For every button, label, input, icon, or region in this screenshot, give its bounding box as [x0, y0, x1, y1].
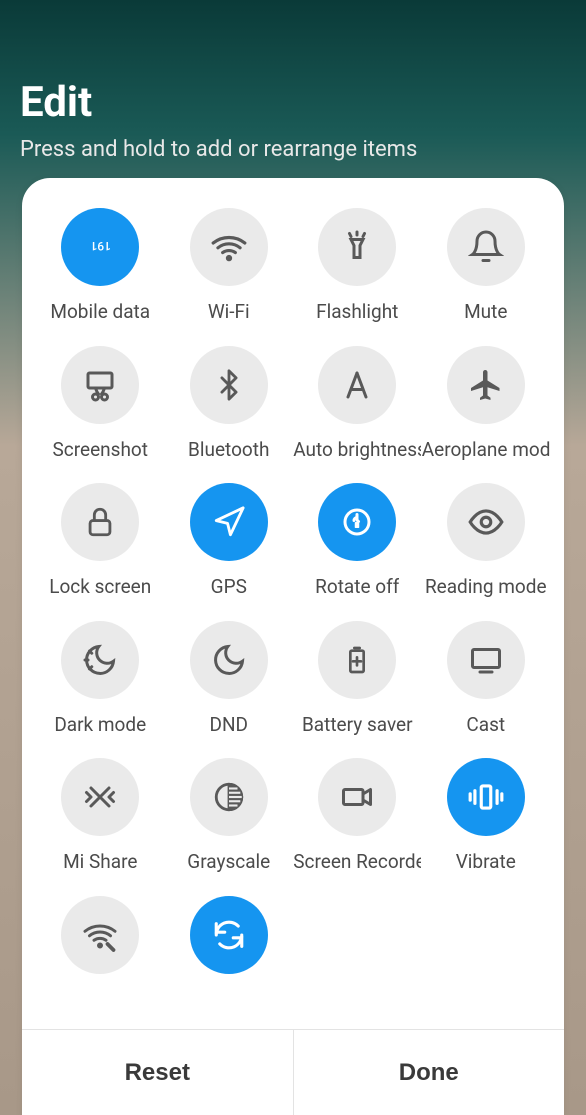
tile-bluetooth[interactable]: Bluetooth	[165, 346, 294, 464]
bluetooth-icon	[190, 346, 268, 424]
hotspot-icon	[61, 896, 139, 974]
reading-mode-icon	[447, 483, 525, 561]
tile-rotate-off[interactable]: Rotate off	[293, 483, 422, 601]
tile-label: Bluetooth	[188, 438, 269, 461]
tile-flashlight[interactable]: Flashlight	[293, 208, 422, 326]
tile-cast[interactable]: Cast	[422, 621, 551, 739]
tile-dark-mode[interactable]: Dark mode	[36, 621, 165, 739]
tiles-panel: 191 Mobile data Wi-Fi	[22, 178, 564, 1115]
tiles-grid: 191 Mobile data Wi-Fi	[22, 178, 564, 1029]
tile-label: Auto brightness	[293, 438, 421, 461]
tile-mobile-data[interactable]: 191 Mobile data	[36, 208, 165, 326]
sync-icon	[190, 896, 268, 974]
tile-reading-mode[interactable]: Reading mode	[422, 483, 551, 601]
tile-screen-recorder[interactable]: Screen Recorder	[293, 758, 422, 876]
tile-dnd[interactable]: DND	[165, 621, 294, 739]
tile-label: Dark mode	[54, 713, 146, 736]
tile-lock-screen[interactable]: Lock screen	[36, 483, 165, 601]
mobile-data-icon: 191	[61, 208, 139, 286]
tile-label: DND	[210, 713, 249, 736]
mute-icon	[447, 208, 525, 286]
tile-label: Grayscale	[187, 850, 270, 873]
tile-gps[interactable]: GPS	[165, 483, 294, 601]
tile-sync[interactable]: Sync	[165, 896, 294, 1014]
tile-label: Mi Share	[63, 850, 137, 873]
flashlight-icon	[318, 208, 396, 286]
wifi-icon	[190, 208, 268, 286]
tile-label: Reading mode	[425, 575, 547, 598]
tile-label: Aeroplane mode	[422, 438, 550, 461]
rotate-off-icon	[318, 483, 396, 561]
tile-label: Rotate off	[315, 575, 399, 598]
tile-hotspot[interactable]: Hotspot	[36, 896, 165, 1014]
tile-label: GPS	[211, 575, 247, 598]
tile-label: Lock screen	[49, 575, 151, 598]
grayscale-icon	[190, 758, 268, 836]
tile-label: Wi-Fi	[208, 300, 250, 323]
tile-label: Flashlight	[316, 300, 398, 323]
screenshot-icon	[61, 346, 139, 424]
tile-wifi[interactable]: Wi-Fi	[165, 208, 294, 326]
tile-auto-brightness[interactable]: Auto brightness	[293, 346, 422, 464]
page-subtitle: Press and hold to add or rearrange items	[20, 137, 566, 162]
cast-icon	[447, 621, 525, 699]
tile-label: Screenshot	[53, 438, 148, 461]
page-title: Edit	[20, 78, 566, 127]
tile-label: Screen Recorder	[293, 850, 421, 873]
tile-battery-saver[interactable]: Battery saver	[293, 621, 422, 739]
tile-vibrate[interactable]: Vibrate	[422, 758, 551, 876]
tile-screenshot[interactable]: Screenshot	[36, 346, 165, 464]
battery-saver-icon	[318, 621, 396, 699]
lock-icon	[61, 483, 139, 561]
reset-button[interactable]: Reset	[22, 1030, 293, 1115]
mi-share-icon	[61, 758, 139, 836]
auto-brightness-icon	[318, 346, 396, 424]
vibrate-icon	[447, 758, 525, 836]
screen-recorder-icon	[318, 758, 396, 836]
tile-mute[interactable]: Mute	[422, 208, 551, 326]
aeroplane-icon	[447, 346, 525, 424]
tile-label: Battery saver	[302, 713, 413, 736]
dark-mode-icon	[61, 621, 139, 699]
tile-label: Mobile data	[50, 300, 150, 323]
tile-label: Cast	[466, 713, 505, 736]
tile-label: Mute	[464, 300, 507, 323]
tile-aeroplane-mode[interactable]: Aeroplane mode	[422, 346, 551, 464]
footer: Reset Done	[22, 1029, 564, 1115]
tile-grayscale[interactable]: Grayscale	[165, 758, 294, 876]
dnd-icon	[190, 621, 268, 699]
gps-icon	[190, 483, 268, 561]
done-button[interactable]: Done	[293, 1030, 565, 1115]
tile-label: Vibrate	[456, 850, 516, 873]
header: Edit Press and hold to add or rearrange …	[0, 0, 586, 162]
tile-mi-share[interactable]: Mi Share	[36, 758, 165, 876]
svg-text:191: 191	[91, 239, 111, 253]
